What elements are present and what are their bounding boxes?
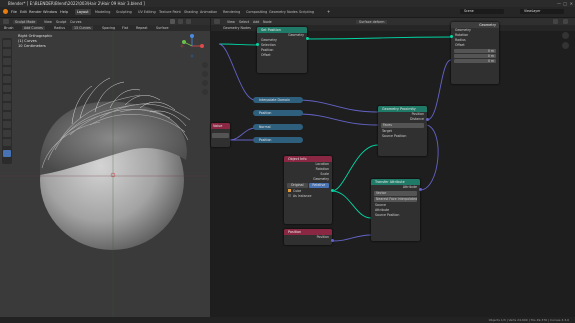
output-attribute: Attribute bbox=[402, 185, 417, 189]
reroute-position-2[interactable]: Position bbox=[253, 137, 303, 143]
socket-geometry-out[interactable] bbox=[306, 37, 309, 40]
zoom-icon[interactable] bbox=[562, 32, 569, 39]
reroute-interpolate-domain[interactable]: Interpolate Domain bbox=[253, 97, 303, 103]
status-bar: Objects 1/3 | Verts 24,690 | Tris 49,376… bbox=[0, 317, 575, 323]
relative-toggle[interactable]: Relative bbox=[308, 183, 329, 188]
node-geometry-proximity[interactable]: Geometry Proximity Position Distance Fac… bbox=[378, 106, 427, 156]
socket-position-out[interactable] bbox=[331, 239, 334, 242]
offset-x-field[interactable]: 0 m bbox=[454, 49, 496, 53]
proximity-mode-dropdown[interactable]: Faces bbox=[381, 123, 424, 128]
as-instance-label: As Instance bbox=[293, 194, 312, 198]
data-type-dropdown[interactable]: Vector bbox=[374, 191, 417, 196]
node-set-position[interactable]: Set Position Geometry Geometry Selection… bbox=[257, 27, 307, 73]
as-instance-row[interactable]: As Instance bbox=[284, 194, 332, 199]
cube-object-icon bbox=[288, 189, 291, 192]
socket-proximity-position-out[interactable] bbox=[426, 118, 429, 121]
socket-attribute-out[interactable] bbox=[419, 188, 422, 191]
input-offset: Offset bbox=[261, 53, 271, 57]
node-editor-side-tools bbox=[560, 32, 572, 92]
original-toggle[interactable]: Original bbox=[287, 183, 308, 188]
socket-object-geometry-out[interactable] bbox=[331, 189, 334, 192]
node-transfer-attribute[interactable]: Transfer Attribute Attribute Vector Near… bbox=[371, 179, 420, 241]
output-position: Position bbox=[316, 235, 329, 239]
socket-geometry-in[interactable] bbox=[256, 43, 259, 46]
input-offset: Offset bbox=[455, 43, 465, 47]
node-group-output[interactable]: Geometry Geometry Rotation Radius Offset… bbox=[451, 22, 499, 84]
node-object-info[interactable]: Object Info Location Rotation Scale Geom… bbox=[284, 156, 332, 224]
offset-y-field[interactable]: 0 m bbox=[454, 54, 496, 58]
checkbox-icon[interactable] bbox=[288, 194, 291, 197]
offset-z-field[interactable]: 0 m bbox=[454, 59, 496, 63]
pan-hand-icon[interactable] bbox=[562, 42, 569, 49]
value-field[interactable] bbox=[212, 133, 229, 138]
object-picker-value: Cube bbox=[293, 189, 302, 193]
node-value-title: Value bbox=[211, 123, 230, 129]
output-distance: Distance bbox=[410, 117, 424, 121]
input-source-position: Source Position bbox=[382, 134, 407, 138]
node-position[interactable]: Position Position bbox=[284, 229, 332, 245]
input-source-position: Source Position bbox=[375, 213, 400, 217]
output-geometry: Geometry bbox=[313, 177, 329, 181]
scene-statistics: Objects 1/3 | Verts 24,690 | Tris 49,376… bbox=[488, 318, 569, 322]
mapping-dropdown[interactable]: Nearest Face Interpolated bbox=[374, 197, 417, 202]
socket-group-geometry-in[interactable] bbox=[450, 35, 453, 38]
reroute-normal[interactable]: Normal bbox=[253, 124, 303, 130]
node-value[interactable]: Value bbox=[211, 123, 230, 147]
reroute-position[interactable]: Position bbox=[253, 110, 303, 116]
